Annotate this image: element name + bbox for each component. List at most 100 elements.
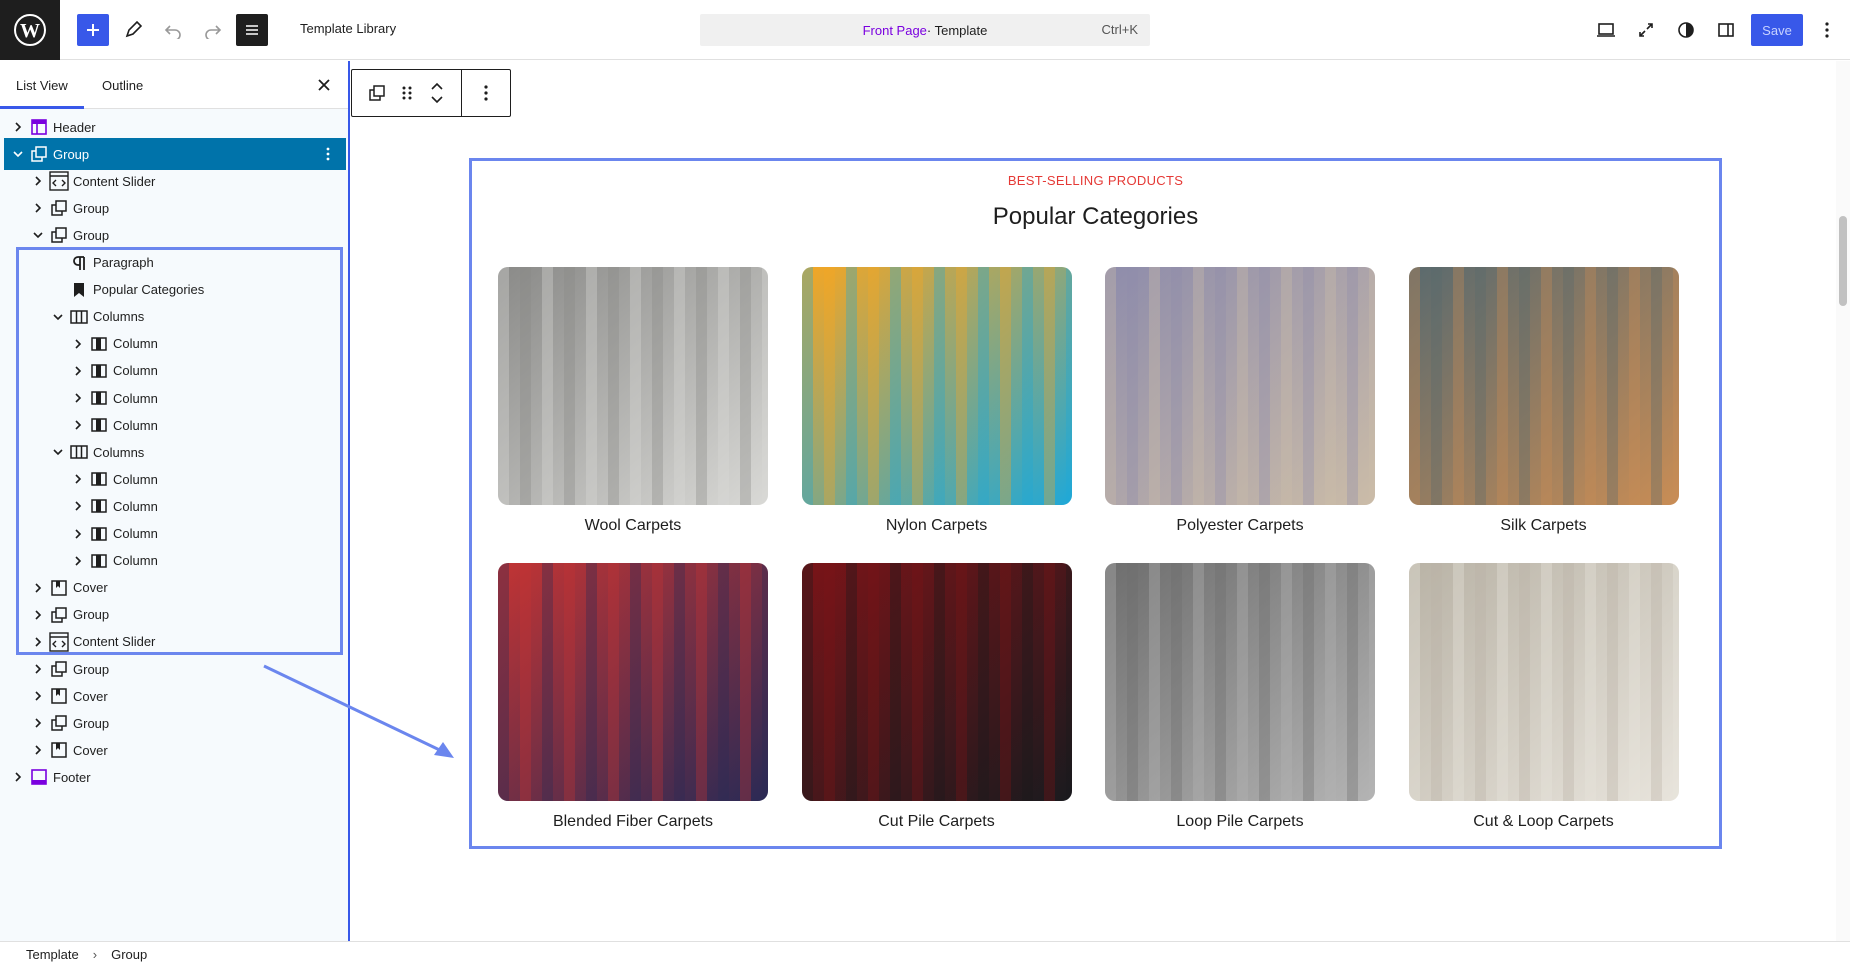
chevron-right-icon[interactable] [10, 769, 26, 785]
category-caption[interactable]: Wool Carpets [498, 517, 768, 535]
category-caption[interactable]: Cut Pile Carpets [802, 813, 1072, 831]
document-title[interactable]: Template Library [300, 21, 396, 36]
list-item-footer[interactable]: Footer [4, 761, 346, 793]
column-block-icon [89, 551, 109, 571]
list-item-label: Group [53, 146, 90, 162]
chevron-down-icon[interactable] [50, 309, 66, 325]
settings-sidebar-icon[interactable] [1710, 14, 1742, 46]
chevron-right-icon[interactable] [10, 119, 26, 135]
category-caption[interactable]: Blended Fiber Carpets [498, 813, 768, 831]
expand-icon[interactable] [1630, 14, 1662, 46]
category-card[interactable]: Silk Carpets [1408, 267, 1679, 535]
device-preview-icon[interactable] [1590, 14, 1622, 46]
command-shortcut: Ctrl+K [1101, 22, 1138, 37]
chevron-right-icon[interactable] [30, 715, 46, 731]
columns-block-icon [69, 442, 89, 462]
columns-block-icon [69, 307, 89, 327]
category-card[interactable]: Wool Carpets [498, 267, 768, 535]
move-up-down-icon[interactable] [422, 78, 452, 108]
list-view-sidebar: List View Outline Header Group Content Sli… [0, 61, 350, 941]
chevron-right-icon[interactable] [30, 688, 46, 704]
chevron-right-icon[interactable] [70, 526, 86, 542]
column-block-icon [89, 496, 109, 516]
chevron-right-icon[interactable] [70, 363, 86, 379]
chevron-right-icon[interactable] [30, 173, 46, 189]
list-item-label: Column [113, 471, 158, 487]
category-image[interactable] [801, 267, 1072, 505]
chevron-right-icon[interactable] [30, 634, 46, 650]
category-card[interactable]: Cut Pile Carpets [801, 563, 1072, 831]
group-block-icon[interactable] [362, 78, 392, 108]
category-caption[interactable]: Nylon Carpets [802, 517, 1072, 535]
options-menu-icon[interactable] [1811, 14, 1843, 46]
breadcrumb-group[interactable]: Group [111, 947, 147, 962]
breadcrumb-template[interactable]: Template [26, 947, 79, 962]
category-image[interactable] [1408, 267, 1679, 505]
list-item-label: Group [73, 661, 110, 677]
chevron-right-icon[interactable] [70, 471, 86, 487]
selected-group-block[interactable]: BEST-SELLING PRODUCTS Popular Categories… [469, 158, 1722, 849]
tab-outline[interactable]: Outline [86, 61, 159, 109]
category-image[interactable] [1105, 267, 1375, 505]
styles-contrast-icon[interactable] [1670, 14, 1702, 46]
add-block-button[interactable] [77, 14, 109, 46]
close-icon[interactable] [312, 73, 336, 97]
chevron-down-icon[interactable] [30, 227, 46, 243]
redo-icon[interactable] [197, 14, 229, 46]
category-caption[interactable]: Cut & Loop Carpets [1409, 813, 1679, 831]
category-image[interactable] [1408, 563, 1679, 801]
category-image[interactable] [498, 563, 768, 801]
wordpress-logo-icon[interactable]: W [0, 0, 60, 60]
category-card[interactable]: Nylon Carpets [801, 267, 1072, 535]
group-block-icon [29, 144, 49, 164]
list-item-label: Cover [73, 742, 108, 758]
category-image[interactable] [498, 267, 768, 505]
chevron-right-icon[interactable] [70, 498, 86, 514]
chevron-right-icon[interactable] [30, 200, 46, 216]
section-eyebrow[interactable]: BEST-SELLING PRODUCTS [472, 173, 1719, 188]
category-image[interactable] [1105, 563, 1375, 801]
row-options-icon[interactable] [318, 144, 338, 164]
list-item-label: Columns [93, 444, 145, 460]
category-image[interactable] [801, 563, 1072, 801]
list-item-label: Column [113, 553, 158, 569]
chevron-right-icon[interactable] [70, 336, 86, 352]
section-heading[interactable]: Popular Categories [472, 203, 1719, 231]
command-palette-button[interactable]: Front Page · Template Ctrl+K [700, 14, 1150, 46]
group-block-icon [49, 713, 69, 733]
slider-block-icon [49, 171, 69, 191]
list-item-label: Column [113, 336, 158, 352]
scrollbar-thumb[interactable] [1839, 216, 1847, 306]
chevron-right-icon[interactable] [30, 607, 46, 623]
list-view-toggle-icon[interactable] [236, 14, 268, 46]
list-item-label: Column [113, 526, 158, 541]
canvas-scrollbar[interactable] [1836, 61, 1850, 941]
undo-icon[interactable] [157, 14, 189, 46]
drag-handle-icon[interactable] [392, 78, 422, 108]
category-card[interactable]: Polyester Carpets [1105, 267, 1375, 535]
chevron-right-icon[interactable] [70, 553, 86, 569]
chevron-right-icon[interactable] [70, 417, 86, 433]
group-block-icon [49, 605, 69, 625]
block-options-icon[interactable] [471, 78, 501, 108]
category-caption[interactable]: Polyester Carpets [1105, 517, 1375, 535]
save-button[interactable]: Save [1751, 14, 1803, 46]
category-card[interactable]: Blended Fiber Carpets [498, 563, 768, 831]
tab-list-view[interactable]: List View [0, 61, 84, 109]
chevron-right-icon[interactable] [30, 580, 46, 596]
category-card[interactable]: Loop Pile Carpets [1105, 563, 1375, 831]
category-card[interactable]: Cut & Loop Carpets [1408, 563, 1679, 831]
chevron-down-icon[interactable] [50, 444, 66, 460]
chevron-down-icon[interactable] [10, 146, 26, 162]
chevron-right-icon[interactable] [30, 661, 46, 677]
group-block-icon [49, 225, 69, 245]
category-caption[interactable]: Loop Pile Carpets [1105, 813, 1375, 831]
chevron-right-icon[interactable] [30, 742, 46, 758]
list-item-label: Paragraph [93, 255, 154, 270]
chevron-right-icon[interactable] [70, 390, 86, 406]
category-caption[interactable]: Silk Carpets [1409, 517, 1679, 535]
tools-pencil-icon[interactable] [117, 14, 149, 46]
list-item-label: Group [73, 227, 110, 243]
list-item-label: Column [113, 390, 158, 406]
list-item-label: Cover [73, 688, 108, 704]
